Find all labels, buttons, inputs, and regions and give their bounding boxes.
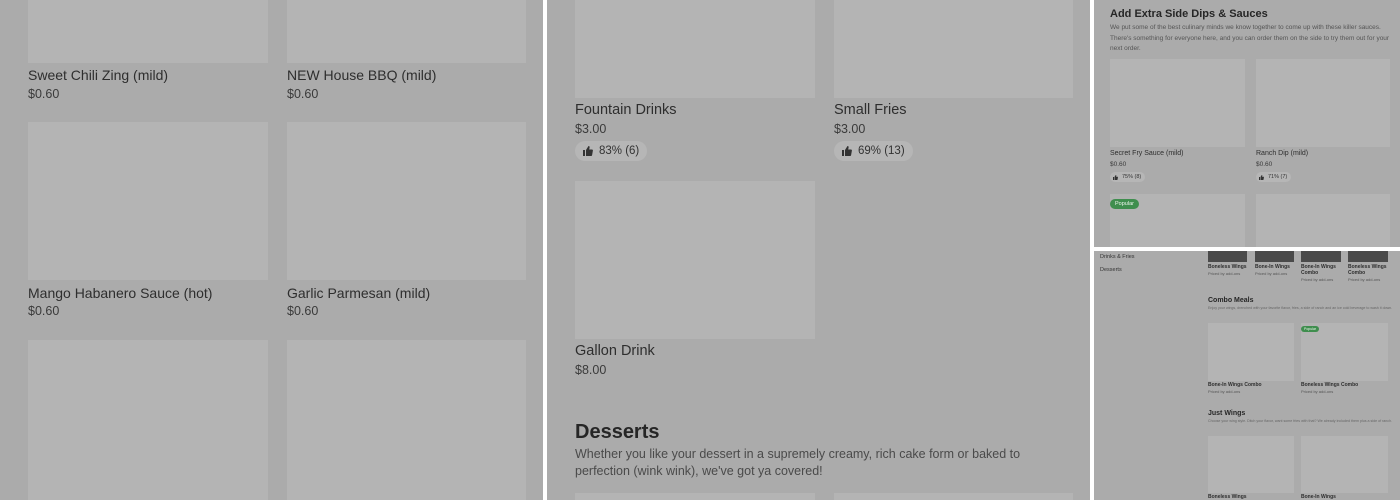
item-image[interactable] — [1301, 436, 1388, 493]
section-title-combo-meals: Combo Meals — [1208, 297, 1254, 304]
thumbs-up-icon — [842, 146, 852, 156]
item-image[interactable] — [28, 122, 268, 280]
section-title-just-wings: Just Wings — [1208, 410, 1246, 417]
item-image[interactable] — [1348, 251, 1388, 262]
item-image[interactable] — [575, 493, 815, 500]
item-price: $0.60 — [287, 87, 319, 101]
item-name[interactable]: Boneless Wings Combo — [1348, 264, 1388, 276]
item-price: $8.00 — [575, 363, 607, 377]
item-name[interactable]: Gallon Drink — [575, 343, 655, 359]
item-image[interactable] — [1256, 194, 1390, 247]
item-image[interactable] — [287, 122, 526, 280]
item-name[interactable]: Bone-In Wings Combo — [1208, 382, 1262, 388]
rating-badge: 75% (8) — [1110, 172, 1146, 182]
item-price: Priced by add-ons — [1301, 389, 1334, 394]
item-image[interactable] — [575, 0, 815, 98]
rating-text: 83% (6) — [599, 145, 640, 157]
item-image[interactable] — [1256, 59, 1390, 147]
sidebar-item-desserts[interactable]: Desserts — [1100, 267, 1122, 273]
item-image[interactable] — [834, 493, 1073, 500]
item-name[interactable]: Small Fries — [834, 102, 907, 118]
item-name[interactable]: Bone-In Wings Combo — [1301, 264, 1341, 276]
section-title-desserts: Desserts — [575, 421, 660, 443]
rating-text: 75% (8) — [1122, 174, 1142, 180]
item-name[interactable]: Garlic Parmesan (mild) — [287, 285, 430, 301]
item-image[interactable] — [1208, 323, 1294, 381]
rating-badge: 71% (7) — [1256, 172, 1292, 182]
item-name[interactable]: NEW House BBQ (mild) — [287, 67, 436, 83]
item-name[interactable]: Boneless Wings — [1208, 264, 1248, 270]
item-image[interactable] — [1255, 251, 1294, 262]
item-price: Priced by add-ons — [1348, 277, 1381, 282]
menu-panel-drinks: Fountain Drinks $3.00 83% (6) Small Frie… — [547, 0, 1090, 500]
item-name[interactable]: Sweet Chili Zing (mild) — [28, 67, 168, 83]
item-price: Priced by add-ons — [1255, 271, 1288, 276]
item-image[interactable] — [1110, 59, 1245, 147]
menu-panel-dips: Add Extra Side Dips & Sauces We put some… — [1094, 0, 1400, 247]
thumbs-up-icon — [1259, 174, 1264, 180]
sidebar-item-drinks-fries[interactable]: Drinks & Fries — [1100, 254, 1135, 260]
section-description: Enjoy your wings, drenched with your fav… — [1208, 306, 1393, 310]
item-name[interactable]: Boneless Wings — [1208, 494, 1247, 500]
item-name[interactable]: Ranch Dip (mild) — [1256, 150, 1308, 157]
item-price: $0.60 — [28, 87, 60, 101]
item-image[interactable] — [834, 0, 1073, 98]
item-name[interactable]: Bone-In Wings — [1301, 494, 1336, 500]
item-name[interactable]: Boneless Wings Combo — [1301, 382, 1358, 388]
item-price: Priced by add-ons — [1208, 271, 1241, 276]
popular-badge: Popular — [1110, 199, 1139, 209]
item-price: $0.60 — [28, 304, 60, 318]
rating-text: 69% (13) — [858, 145, 905, 157]
item-image[interactable] — [1208, 251, 1247, 262]
item-image[interactable] — [287, 340, 526, 500]
item-name[interactable]: Bone-In Wings — [1255, 264, 1295, 270]
popular-badge: Popular — [1301, 326, 1320, 332]
item-image[interactable] — [1301, 251, 1341, 262]
item-image[interactable] — [287, 0, 526, 63]
item-image[interactable] — [1208, 436, 1294, 493]
rating-badge: 83% (6) — [575, 141, 648, 161]
menu-panel-sauces: Sweet Chili Zing (mild) $0.60 NEW House … — [0, 0, 543, 500]
item-price: Priced by add-ons — [1208, 389, 1241, 394]
item-name[interactable]: Fountain Drinks — [575, 102, 677, 118]
item-price: $3.00 — [834, 122, 866, 136]
rating-text: 71% (7) — [1268, 174, 1288, 180]
menu-panel-overview: Drinks & Fries Desserts Boneless Wings P… — [1094, 251, 1400, 500]
item-image[interactable] — [28, 0, 268, 63]
thumbs-up-icon — [1113, 174, 1118, 180]
section-description: Whether you like your dessert in a supre… — [575, 447, 1021, 478]
item-image[interactable] — [28, 340, 268, 500]
item-image[interactable] — [575, 181, 815, 339]
item-price: $0.60 — [287, 304, 319, 318]
item-name[interactable]: Secret Fry Sauce (mild) — [1110, 150, 1184, 157]
item-price: $0.60 — [1256, 161, 1273, 168]
item-price: $0.60 — [1110, 161, 1127, 168]
thumbs-up-icon — [583, 146, 593, 156]
rating-badge: 69% (13) — [834, 141, 913, 161]
section-title-dips: Add Extra Side Dips & Sauces — [1110, 8, 1268, 20]
section-description: We put some of the best culinary minds w… — [1110, 24, 1390, 52]
item-price: Priced by add-ons — [1301, 277, 1334, 282]
section-description: Choose your wing style. Ditch your flavo… — [1208, 419, 1393, 423]
item-name[interactable]: Mango Habanero Sauce (hot) — [28, 285, 212, 301]
item-price: $3.00 — [575, 122, 607, 136]
